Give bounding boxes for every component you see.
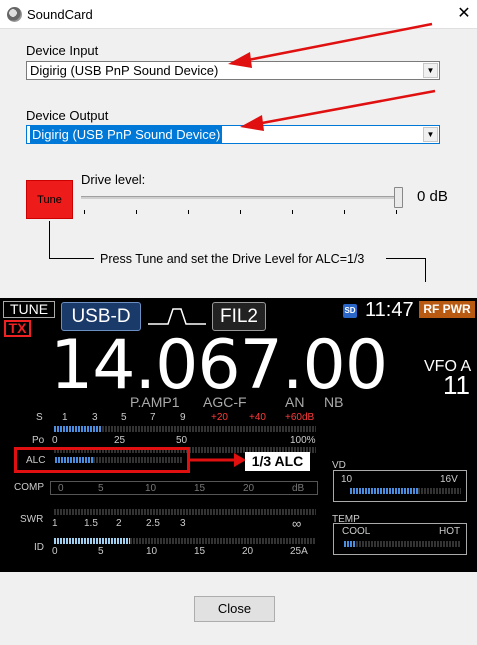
annotation-arrow-output [261, 89, 436, 125]
swr-meter-label: SWR [20, 514, 44, 525]
comp-tick: 0 [58, 483, 64, 494]
s-meter-label: S [36, 412, 43, 423]
s-meter-bar [54, 426, 102, 432]
comp-tick: 5 [98, 483, 104, 494]
s-tick-red: +40 [249, 412, 266, 423]
id-tick: 5 [98, 546, 104, 557]
tx-indicator: TX [4, 320, 31, 337]
id-meter-track [130, 538, 316, 544]
annotation-arrows [228, 22, 436, 131]
slider-tick [292, 210, 293, 214]
rf-power-badge: RF PWR [419, 301, 475, 318]
frequency-display: 14.067.00 [50, 326, 388, 405]
comp-tick: 15 [194, 483, 206, 494]
alc-callout: 1/3 ALC [245, 452, 310, 471]
vd-tick: 10 [341, 474, 353, 485]
s-tick: 1 [62, 412, 68, 423]
close-button[interactable]: Close [194, 596, 275, 622]
id-tick: 15 [194, 546, 206, 557]
comp-meter-label: COMP [14, 482, 44, 493]
id-tick: 0 [52, 546, 58, 557]
comp-tick: dB [292, 483, 305, 494]
po-tick: 0 [52, 435, 58, 446]
id-tick: 25A [290, 546, 308, 557]
slider-tick [84, 210, 85, 214]
sd-card-icon: SD [343, 304, 357, 318]
vd-tick: 16V [440, 474, 458, 485]
slider-tick [240, 210, 241, 214]
an-status: AN [285, 394, 305, 410]
swr-tick: 2.5 [146, 518, 160, 529]
temp-tick: COOL [342, 526, 371, 537]
vd-meter-track [418, 488, 461, 494]
po-tick: 100% [290, 435, 316, 446]
annotation-arrow-input [247, 22, 433, 62]
arrowhead-icon [228, 52, 252, 68]
swr-meter-track [54, 509, 316, 515]
tune-indicator: TUNE [3, 301, 55, 318]
temp-meter-bar [344, 541, 356, 547]
id-meter-label: ID [34, 542, 44, 553]
clock: 11:47 [365, 299, 414, 321]
instruction-note: Press Tune and set the Drive Level for A… [97, 252, 368, 266]
po-meter-label: Po [32, 435, 45, 446]
temp-meter-track [356, 541, 461, 547]
drive-level-value: 0 dB [417, 188, 448, 205]
alc-callout-arrow [190, 453, 246, 467]
group-line [49, 221, 50, 259]
agc-status: AGC-F [203, 394, 247, 410]
s-tick: 9 [180, 412, 186, 423]
arrowhead-icon [240, 115, 264, 131]
comp-meter-box [50, 481, 318, 495]
filter-shape-icon [148, 308, 206, 325]
swr-tick: 1.5 [84, 518, 98, 529]
preamp-status: P.AMP1 [130, 394, 180, 410]
slider-tick [136, 210, 137, 214]
id-tick: 10 [146, 546, 158, 557]
po-tick: 50 [176, 435, 188, 446]
tune-button[interactable]: Tune [26, 180, 73, 219]
s-tick-red: +60dB [285, 412, 315, 423]
id-tick: 20 [242, 546, 254, 557]
group-line [49, 258, 94, 259]
id-meter-bar [54, 538, 130, 544]
s-meter-track [102, 426, 316, 432]
slider-tick [396, 210, 397, 214]
temp-tick: HOT [439, 526, 461, 537]
s-tick-red: +20 [211, 412, 228, 423]
s-tick: 3 [92, 412, 98, 423]
comp-tick: 20 [243, 483, 255, 494]
swr-tick: ∞ [292, 516, 302, 531]
swr-tick: 1 [52, 518, 58, 529]
slider-tick [344, 210, 345, 214]
drive-level-slider[interactable] [81, 196, 401, 199]
vfo-number: 11 [443, 370, 470, 400]
swr-tick: 3 [180, 518, 186, 529]
drive-level-slider-thumb[interactable] [394, 187, 403, 208]
vd-meter-bar [350, 488, 418, 494]
s-tick: 5 [121, 412, 127, 423]
group-line [425, 258, 426, 282]
radio-display: TUNE TX USB-D FIL2 SD 11:47 RF PWR 14.06… [0, 298, 477, 572]
group-line [386, 258, 426, 259]
slider-tick [188, 210, 189, 214]
drive-level-label: Drive level: [81, 172, 146, 187]
po-tick: 25 [114, 435, 126, 446]
swr-tick: 2 [116, 518, 122, 529]
s-tick: 7 [150, 412, 156, 423]
nb-status: NB [324, 394, 344, 410]
alc-highlight-box [14, 447, 190, 473]
comp-tick: 10 [145, 483, 157, 494]
